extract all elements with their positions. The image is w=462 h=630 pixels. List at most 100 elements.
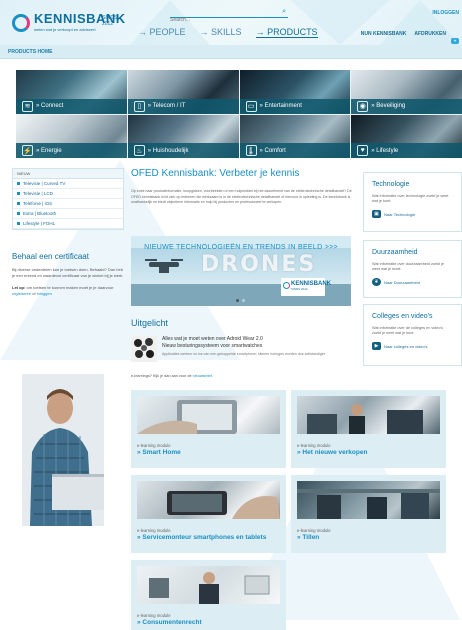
category-label: » Telecom / IT bbox=[147, 103, 186, 109]
camera-icon: ◉ bbox=[357, 100, 369, 112]
nav-nun-kennisbank[interactable]: NUN KENNISBANK bbox=[361, 31, 407, 37]
category-label: » Beveiliging bbox=[371, 103, 406, 109]
right-box-title: Colleges en video's bbox=[372, 313, 433, 320]
person-photo bbox=[22, 374, 104, 526]
search-box: ⌕ bbox=[170, 8, 288, 25]
kettle-icon: ♨ bbox=[133, 145, 145, 156]
certificate-note: Let op: om toetsen te kunnen maken moet … bbox=[12, 285, 114, 296]
new-item[interactable]: Extra | Bluetooth bbox=[13, 209, 123, 219]
new-item[interactable]: Televisie | LCD bbox=[13, 189, 123, 199]
video-icon: ▶ bbox=[372, 342, 381, 350]
category-bar: ♨ » Huishoudelijk bbox=[127, 143, 239, 158]
wifi-icon: ≋ bbox=[22, 100, 33, 112]
nav-afdrukken[interactable]: AFDRUKKEN bbox=[414, 31, 446, 37]
bullet-icon bbox=[17, 202, 20, 205]
category-comfort[interactable]: 🌡 » Comfort bbox=[239, 114, 351, 158]
featured-description: Applicaties werken nu los van een gekopp… bbox=[162, 352, 326, 356]
main-nav: → PEOPLE → SKILLS → PRODUCTS bbox=[138, 27, 318, 38]
right-box-link[interactable]: ▣ Naar Technologie bbox=[372, 210, 453, 218]
nav-products[interactable]: → PRODUCTS bbox=[255, 27, 318, 38]
module-card-het-nieuwe-verkopen[interactable]: e-learning module » Het nieuwe verkopen bbox=[291, 390, 446, 468]
logo-tagline: weten wat je verkoopt en adviseert bbox=[34, 27, 96, 32]
login-link[interactable]: INLOGGEN bbox=[432, 10, 459, 16]
category-telecom-it[interactable]: ▯ » Telecom / IT bbox=[127, 70, 239, 114]
module-name[interactable]: » Consumentenrecht bbox=[137, 619, 202, 626]
right-box-title: Duurzaamheid bbox=[372, 249, 418, 256]
category-grid: ≋ » Connect ▯ » Telecom / IT ▭ » Enterta… bbox=[16, 70, 462, 158]
register-link[interactable]: registreren bbox=[12, 291, 31, 296]
category-beveiliging[interactable]: ◉ » Beveiliging bbox=[351, 70, 462, 114]
module-card-servicemonteur[interactable]: e-learning module » Servicemonteur smart… bbox=[131, 475, 286, 553]
site-header: KENNISBANK SINDS 2012 weten wat je verko… bbox=[0, 0, 462, 45]
search-input[interactable] bbox=[170, 15, 270, 25]
search-icon[interactable]: ⌕ bbox=[282, 8, 286, 16]
right-box-description: Wat informatie over duurzaamheid zoekt j… bbox=[372, 262, 445, 271]
module-name[interactable]: » Servicemonteur smartphones en tablets bbox=[137, 534, 266, 541]
main-content: OFED Kennisbank: Verbeter je kennis Op z… bbox=[131, 168, 353, 206]
module-photo bbox=[137, 481, 280, 519]
nav-skills[interactable]: → SKILLS bbox=[200, 27, 242, 38]
new-items-box: NIEUW Televisie | Curved TV Televisie | … bbox=[12, 168, 124, 230]
nav-people[interactable]: → PEOPLE bbox=[138, 27, 186, 38]
category-bar: ≋ » Connect bbox=[16, 98, 127, 114]
breadcrumb-products-home[interactable]: PRODUCTS HOME bbox=[8, 49, 52, 55]
leaf-icon: ❦ bbox=[372, 278, 381, 286]
featured-text: Alles wat je moet weten over Adroid Wear… bbox=[162, 336, 352, 357]
new-item[interactable]: Televisie | Curved TV bbox=[13, 179, 123, 189]
right-box-colleges-videos: Colleges en video's Wat informatie over … bbox=[363, 304, 462, 366]
right-box-duurzaamheid: Duurzaamheid Wat informatie over duurzaa… bbox=[363, 240, 462, 298]
right-box-link[interactable]: ▶ Naar colleges en video's bbox=[372, 342, 453, 350]
featured-title: Uitgelicht bbox=[131, 318, 169, 328]
featured-subheadline: Nieuw besturingssysteem voor smartwatche… bbox=[162, 343, 263, 349]
module-type: e-learning module bbox=[297, 528, 331, 533]
page-title: OFED Kennisbank: Verbeter je kennis bbox=[131, 168, 300, 179]
category-entertainment[interactable]: ▭ » Entertainment bbox=[239, 70, 351, 114]
category-label: » Huishoudelijk bbox=[147, 147, 189, 154]
new-item[interactable]: Lifestyle | FOHL bbox=[13, 219, 123, 229]
module-card-smart-home[interactable]: e-learning module » Smart Home bbox=[131, 390, 286, 468]
category-label: » Comfort bbox=[259, 147, 286, 154]
certificate-title: Behaal een certificaat bbox=[12, 252, 89, 261]
logo-since: SINDS 2012 bbox=[102, 15, 118, 27]
category-lifestyle[interactable]: ♥ » Lifestyle bbox=[351, 114, 462, 158]
category-energie[interactable]: ⚡ » Energie bbox=[16, 114, 127, 158]
trends-banner[interactable]: NIEUWE TECHNOLOGIEËN EN TRENDS IN BEELD … bbox=[131, 236, 351, 306]
category-connect[interactable]: ≋ » Connect bbox=[16, 70, 127, 114]
bullet-icon bbox=[17, 212, 20, 215]
right-box-title: Technologie bbox=[372, 181, 410, 188]
banner-logo: KENNISBANK SINDS 2012 bbox=[281, 278, 331, 296]
module-name[interactable]: » Tillen bbox=[297, 534, 319, 541]
logo-mark bbox=[12, 14, 30, 32]
module-type: e-learning module bbox=[297, 443, 331, 448]
category-label: » Entertainment bbox=[259, 103, 302, 109]
featured-thumbnail[interactable] bbox=[131, 336, 157, 362]
certificate-text: Bij diverse onderdelen kun je toetsen do… bbox=[12, 267, 124, 278]
phone-icon: ▯ bbox=[133, 100, 145, 112]
new-item[interactable]: Telefonie | iOS bbox=[13, 199, 123, 209]
module-type: e-learning module bbox=[137, 443, 171, 448]
newsletter-link[interactable]: nieuwsbrief bbox=[193, 374, 212, 378]
category-label: » Energie bbox=[36, 147, 62, 154]
right-box-link[interactable]: ❦ Naar Duurzaamheid bbox=[372, 278, 453, 286]
twitter-icon[interactable]: ✦ bbox=[451, 38, 459, 44]
module-card-consumentenrecht[interactable]: e-learning module » Consumentenrecht bbox=[131, 560, 286, 630]
module-name[interactable]: » Het nieuwe verkopen bbox=[297, 449, 367, 456]
module-card-tillen[interactable]: e-learning module » Tillen bbox=[291, 475, 446, 553]
category-label: » Lifestyle bbox=[371, 147, 399, 154]
utility-nav: NUN KENNISBANK AFDRUKKEN bbox=[361, 31, 446, 37]
chip-icon: ▣ bbox=[372, 210, 381, 218]
site-logo[interactable]: KENNISBANK SINDS 2012 weten wat je verko… bbox=[12, 10, 127, 38]
carousel-dot[interactable] bbox=[242, 299, 245, 302]
module-type: e-learning module bbox=[137, 613, 171, 618]
module-name[interactable]: » Smart Home bbox=[137, 449, 181, 456]
carousel-dots bbox=[236, 299, 245, 302]
thermometer-icon: 🌡 bbox=[245, 145, 257, 156]
login-link-inline[interactable]: inloggen bbox=[37, 291, 52, 296]
new-items-heading: NIEUW bbox=[13, 169, 123, 179]
category-huishoudelijk[interactable]: ♨ » Huishoudelijk bbox=[127, 114, 239, 158]
category-label: » Connect bbox=[36, 103, 64, 109]
featured-headline[interactable]: Alles wat je moet weten over Adroid Wear… bbox=[162, 336, 352, 343]
right-box-technologie: Technologie Wat informatie over technolo… bbox=[363, 172, 462, 232]
carousel-dot-active[interactable] bbox=[236, 299, 239, 302]
right-box-description: Wat informatie over de colleges en video… bbox=[372, 326, 444, 335]
